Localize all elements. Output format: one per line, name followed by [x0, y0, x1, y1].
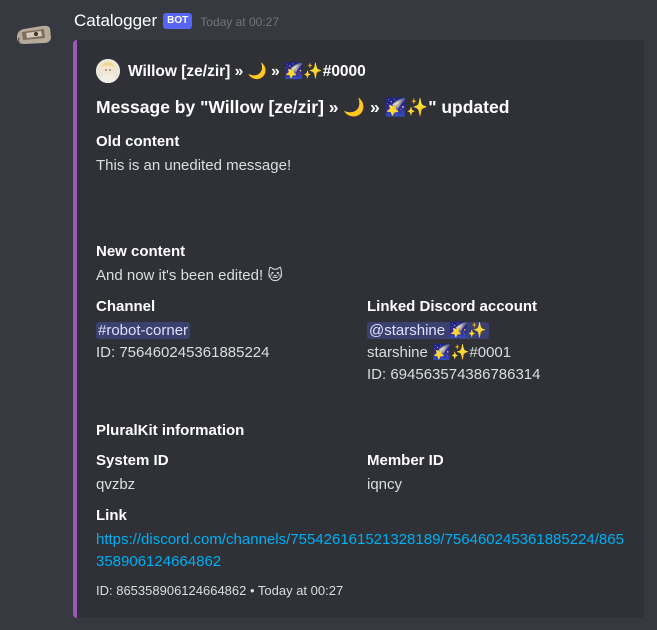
- old-content-value: This is an unedited message!: [96, 157, 292, 174]
- user-mention[interactable]: @starshine 🌠✨: [367, 322, 489, 339]
- old-content-label: Old content: [96, 133, 180, 150]
- linked-account-tag: starshine 🌠✨#0001: [367, 344, 512, 361]
- username[interactable]: Catalogger: [74, 11, 157, 31]
- message-header: Catalogger BOT Today at 00:27: [74, 11, 279, 31]
- embed-author: Willow [ze/zir] » 🌙 » 🌠✨#0000: [96, 59, 366, 83]
- author-avatar: [96, 59, 120, 83]
- pluralkit-header: PluralKit information: [96, 422, 245, 439]
- message-timestamp[interactable]: Today at 00:27: [200, 15, 279, 29]
- embed-footer: ID: 865358906124664862 • Today at 00:27: [96, 583, 344, 598]
- message-link[interactable]: https://discord.com/channels/75542616152…: [96, 529, 630, 573]
- channel-label: Channel: [96, 298, 156, 315]
- new-content-label: New content: [96, 243, 186, 260]
- channel-mention[interactable]: #robot-corner: [96, 322, 191, 339]
- embed-title: Message by "Willow [ze/zir] » 🌙 » 🌠✨" up…: [96, 97, 510, 117]
- linked-account-value: @starshine 🌠✨: [367, 320, 489, 342]
- linked-account-label: Linked Discord account: [367, 298, 538, 315]
- channel-id: ID: 756460245361885224: [96, 344, 270, 361]
- message: Catalogger BOT Today at 00:27 Willow [ze…: [0, 0, 657, 630]
- embed-author-name: Willow [ze/zir] » 🌙 » 🌠✨#0000: [128, 62, 366, 80]
- system-id-label: System ID: [96, 452, 169, 469]
- bot-badge: BOT: [163, 13, 193, 29]
- member-id-label: Member ID: [367, 452, 444, 469]
- linked-account-id: ID: 694563574386786314: [367, 366, 541, 383]
- channel-value: #robot-corner: [96, 320, 191, 342]
- system-id-value: qvzbz: [96, 476, 136, 493]
- bot-avatar[interactable]: [14, 14, 54, 54]
- member-id-value: iqncy: [367, 476, 403, 493]
- embed: Willow [ze/zir] » 🌙 » 🌠✨#0000 Message by…: [73, 40, 644, 618]
- link-label: Link: [96, 507, 127, 524]
- new-content-value: And now it's been edited! 🐱: [96, 267, 283, 284]
